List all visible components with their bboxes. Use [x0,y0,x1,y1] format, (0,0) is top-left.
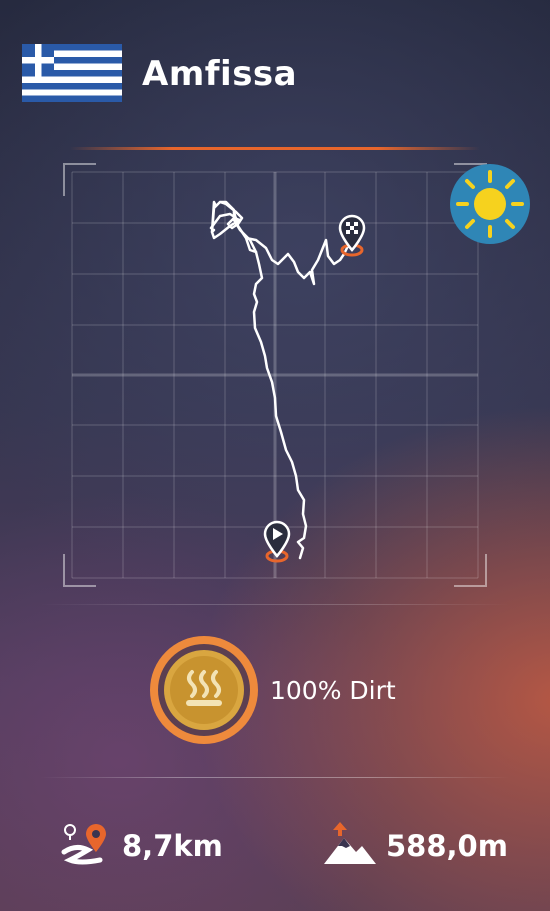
start-marker-icon [263,520,291,563]
stats-divider [40,777,510,778]
finish-marker-icon [338,214,366,257]
surface-coin-icon [150,636,258,744]
distance-value: 8,7km [122,829,223,863]
header-divider [70,147,480,150]
elevation-value: 588,0m [386,829,508,863]
surface-label: 100% Dirt [270,676,396,705]
elevation-icon [324,822,376,864]
weather-badge [450,164,530,244]
stage-title: Amfissa [142,54,298,94]
map-divider [40,604,510,605]
distance-icon [61,824,106,865]
greece-flag-icon [22,44,122,102]
sun-icon [456,170,524,238]
